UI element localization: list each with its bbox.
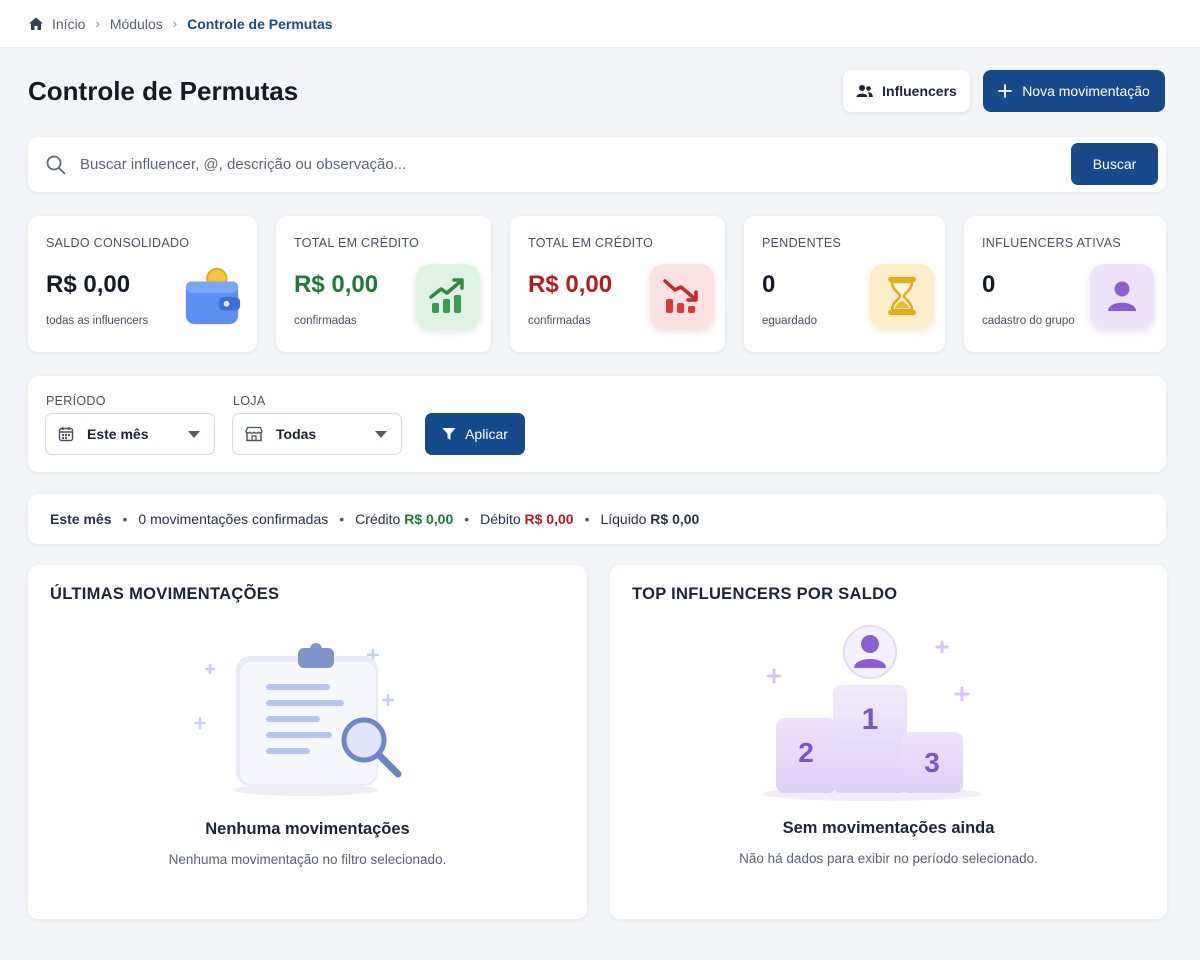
card-saldo-consolidado: SALDO CONSOLIDADO R$ 0,00 todas as influ… [28,216,257,352]
chevron-down-icon [188,431,200,438]
summary-net-value: R$ 0,00 [650,511,700,527]
user-icon [1090,264,1154,328]
search-bar: Buscar [28,137,1166,192]
card-subtitle: cadastro do grupo [982,315,1075,327]
latest-movements-panel: ÚLTIMAS MOVIMENTAÇÕES Nenhuma movimentaç… [28,565,587,919]
podium-number-3: 3 [924,747,940,778]
filters-panel: PERÍODO Este mês LOJA Todas Aplicar [28,376,1166,472]
search-input[interactable] [80,156,1040,173]
period-select[interactable]: Este mês [45,413,215,455]
hourglass-icon [870,264,934,328]
separator-dot: • [464,511,470,527]
panel-title: TOP INFLUENCERS POR SALDO [632,585,898,603]
apply-button[interactable]: Aplicar [425,413,525,455]
summary-bar: Este mês • 0 movimentações confirmadas •… [28,494,1166,544]
chevron-down-icon [375,431,387,438]
influencers-button[interactable]: Influencers [843,70,970,112]
summary-debit-value: R$ 0,00 [524,511,574,527]
card-value: R$ 0,00 [528,271,613,298]
card-subtitle: confirmadas [294,315,357,327]
trend-down-icon [650,264,714,328]
summary-net-label: Líquido [600,511,647,527]
card-label: SALDO CONSOLIDADO [46,236,190,250]
summary-credit-label: Crédito [355,511,401,527]
podium-number-2: 2 [798,737,814,768]
store-label: LOJA [233,394,266,408]
clipboard-search-illustration [193,643,402,796]
store-icon [245,426,263,442]
breadcrumb-item-inicio[interactable]: Início [52,16,85,32]
new-movement-button-label: Nova movimentação [1022,83,1150,99]
card-label: INFLUENCERS ATIVAS [982,236,1121,250]
separator-dot: • [339,511,345,527]
empty-state-title: Nenhuma movimentações [205,820,410,838]
empty-state-title: Sem movimentações ainda [782,819,995,837]
trend-up-icon [416,264,480,328]
card-value: R$ 0,00 [46,271,131,298]
card-label: TOTAL EM CRÉDITO [294,236,420,250]
podium-number-1: 1 [861,703,879,736]
top-influencers-panel: TOP INFLUENCERS POR SALDO 1 2 3 Sem movi… [610,565,1167,919]
home-icon[interactable] [28,16,44,32]
store-select-value: Todas [276,426,317,442]
summary-credit-value: R$ 0,00 [404,511,454,527]
card-subtitle: eguardado [762,315,817,327]
plus-icon [998,84,1013,98]
card-influencers-ativas: INFLUENCERS ATIVAS 0 cadastro do grupo [964,216,1166,352]
summary-debit-label: Débito [480,511,521,527]
store-select[interactable]: Todas [232,413,402,455]
chevron-right-icon: › [172,16,178,31]
card-total-credito: TOTAL EM CRÉDITO R$ 0,00 confirmadas [276,216,491,352]
search-icon [46,155,66,174]
filter-icon [442,428,456,440]
card-label: TOTAL EM CRÉDITO [528,236,654,250]
period-select-value: Este mês [87,426,149,442]
chevron-right-icon: › [95,16,100,31]
panel-title: ÚLTIMAS MOVIMENTAÇÕES [50,585,280,603]
card-pendentes: PENDENTES 0 eguardado [744,216,945,352]
separator-dot: • [584,511,590,527]
separator-dot: • [122,511,128,527]
breadcrumb-current: Controle de Permutas [187,15,333,32]
calendar-icon [58,427,74,442]
podium-step-1 [833,685,907,793]
card-label: PENDENTES [762,236,842,250]
new-movement-button[interactable]: Nova movimentação [983,70,1165,112]
breadcrumb-item-modulos[interactable]: Módulos [110,16,163,32]
page-title: Controle de Permutas [28,76,299,106]
wallet-icon [180,264,244,328]
breadcrumb: Início › Módulos › Controle de Permutas [0,0,1200,48]
card-value: 0 [982,271,996,298]
card-value: 0 [762,271,776,298]
card-subtitle: confirmadas [528,315,591,327]
card-subtitle: todas as influencers [46,315,149,327]
empty-state-text: Não há dados para exibir no período sele… [739,851,1038,866]
influencers-button-label: Influencers [882,83,957,99]
empty-state-text: Nenhuma movimentação no filtro seleciona… [168,852,447,867]
card-value: R$ 0,00 [294,271,379,298]
users-icon [856,85,873,97]
card-total-debito: TOTAL EM CRÉDITO R$ 0,00 confirmadas [510,216,725,352]
apply-button-label: Aplicar [465,426,508,442]
summary-count: 0 movimentações confirmadas [138,511,329,527]
summary-period: Este mês [50,511,112,527]
search-button[interactable]: Buscar [1071,143,1158,185]
period-label: PERÍODO [46,394,106,408]
